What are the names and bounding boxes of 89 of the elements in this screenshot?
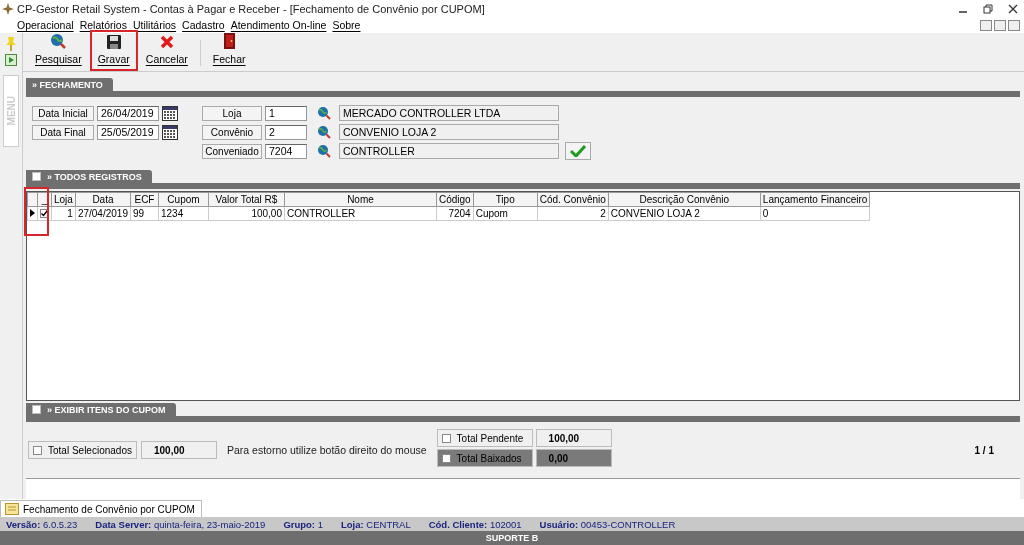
- checkbox[interactable]: [32, 172, 41, 181]
- date-label-button[interactable]: Data Inicial: [32, 105, 94, 121]
- section-header: » FECHAMENTO: [26, 78, 113, 91]
- table-cell: 1234: [160, 208, 184, 219]
- row-checkbox[interactable]: [40, 209, 49, 218]
- table-cell: 27/04/2019: [77, 208, 128, 219]
- description-field: MERCADO CONTROLLER LTDA: [339, 105, 559, 121]
- column-header[interactable]: Data: [75, 192, 131, 207]
- table-cell: 100,00: [251, 208, 282, 219]
- window-title: CP-Gestor Retail System - Contas à Pagar e Receber - [Fechamento de Convênio por CUPOM]: [17, 2, 485, 15]
- checkbox[interactable]: [33, 445, 42, 455]
- total-checkbox[interactable]: Total Pendente: [436, 429, 533, 447]
- page-indicator: 1 / 1: [974, 444, 994, 456]
- table-cell: CONTROLLER: [286, 208, 356, 219]
- column-header[interactable]: Valor Total R$: [208, 192, 285, 207]
- table-cell: 0: [762, 208, 769, 219]
- description-field: CONTROLLER: [339, 143, 559, 159]
- table-cell: Cupom: [475, 208, 508, 219]
- column-header[interactable]: Descrição Convênio: [608, 192, 761, 207]
- search-icon[interactable]: [317, 144, 331, 158]
- status-value: 00453-CONTROLLER: [580, 518, 676, 530]
- table-cell: CONVENIO LOJA 2: [610, 208, 700, 219]
- status-label: Versão:: [6, 518, 41, 530]
- menu-item[interactable]: Operacional: [17, 19, 74, 31]
- status-value: 102001: [489, 518, 522, 530]
- checkbox[interactable]: [441, 433, 451, 443]
- lookup-label-button[interactable]: Conveniado: [202, 143, 262, 159]
- calendar-icon[interactable]: [162, 124, 178, 140]
- confirm-button[interactable]: [565, 142, 591, 160]
- column-header[interactable]: Cód. Convênio: [537, 192, 609, 207]
- status-value: 6.0.5.23: [42, 518, 78, 530]
- date-field[interactable]: 26/04/2019: [97, 105, 159, 121]
- checkmark-icon: [570, 145, 586, 157]
- total-value: 0,00: [535, 449, 612, 467]
- checkbox[interactable]: [441, 453, 451, 463]
- checkbox[interactable]: [32, 405, 41, 414]
- date-field[interactable]: 25/05/2019: [97, 124, 159, 140]
- code-field[interactable]: 2: [265, 124, 307, 140]
- menu-item[interactable]: Sobre: [332, 19, 361, 31]
- total-value: 100,00: [140, 441, 217, 459]
- table-cell: 99: [132, 208, 145, 219]
- status-value: quinta-feira, 23-maio-2019: [153, 518, 266, 530]
- menu-item[interactable]: Atendimento On-line: [230, 19, 327, 31]
- column-header[interactable]: Nome: [284, 192, 437, 207]
- lookup-label-button[interactable]: Convênio: [202, 124, 262, 140]
- toolbar-button[interactable]: Gravar: [89, 30, 138, 71]
- status-label: Loja:: [341, 518, 364, 530]
- menu-item[interactable]: Cadastro: [182, 19, 225, 31]
- play-icon[interactable]: [5, 54, 17, 66]
- table-cell: 1: [67, 208, 73, 219]
- section-header[interactable]: » TODOS REGISTROS: [26, 170, 152, 183]
- description-field: CONVENIO LOJA 2: [339, 124, 559, 140]
- door-icon: [223, 33, 235, 49]
- document-tab[interactable]: Fechamento de Convênio por CUPOM: [0, 500, 202, 517]
- calendar-icon[interactable]: [162, 105, 178, 121]
- search-icon[interactable]: [317, 106, 331, 120]
- date-label-button[interactable]: Data Final: [32, 124, 94, 140]
- toolbar-button[interactable]: Pesquisar: [27, 28, 90, 71]
- footer-text: SUPORTE B: [485, 533, 539, 543]
- column-header[interactable]: Cupom: [158, 192, 209, 207]
- lookup-label-button[interactable]: Loja: [202, 105, 262, 121]
- menu-item[interactable]: Utilitários: [132, 19, 177, 31]
- section-header[interactable]: » EXIBIR ITENS DO CUPOM: [26, 403, 176, 416]
- total-checkbox[interactable]: Total Selecionados: [28, 441, 137, 459]
- app-logo-icon: [2, 2, 14, 15]
- globe-search-icon: [50, 33, 67, 49]
- menu-item[interactable]: Relatórios: [79, 19, 127, 31]
- column-header[interactable]: Código: [436, 192, 474, 207]
- status-label: Data Server:: [95, 518, 152, 530]
- code-field[interactable]: 7204: [265, 143, 307, 159]
- total-value: 100,00: [535, 429, 612, 447]
- form-icon: [5, 503, 19, 515]
- status-label: Grupo:: [283, 518, 316, 530]
- status-label: Usuário:: [539, 518, 579, 530]
- toolbar-button[interactable]: Cancelar: [137, 30, 196, 71]
- column-header[interactable]: Tipo: [473, 192, 538, 207]
- code-field[interactable]: 1: [265, 105, 307, 121]
- status-value: CENTRAL: [366, 518, 411, 530]
- column-header[interactable]: Lançamento Financeiro: [760, 192, 870, 207]
- table-cell: 7204: [448, 208, 471, 219]
- search-icon[interactable]: [317, 125, 331, 139]
- column-header[interactable]: Loja: [51, 192, 76, 207]
- total-checkbox[interactable]: Total Baixados: [436, 449, 533, 467]
- column-header[interactable]: ECF: [130, 192, 159, 207]
- status-value: 1: [317, 518, 323, 530]
- table-cell: 2: [600, 208, 606, 219]
- hint-text: Para estorno utilize botão direito do mouse: [226, 444, 427, 456]
- status-label: Cód. Cliente:: [428, 518, 488, 530]
- toolbar-button[interactable]: Fechar: [204, 28, 254, 71]
